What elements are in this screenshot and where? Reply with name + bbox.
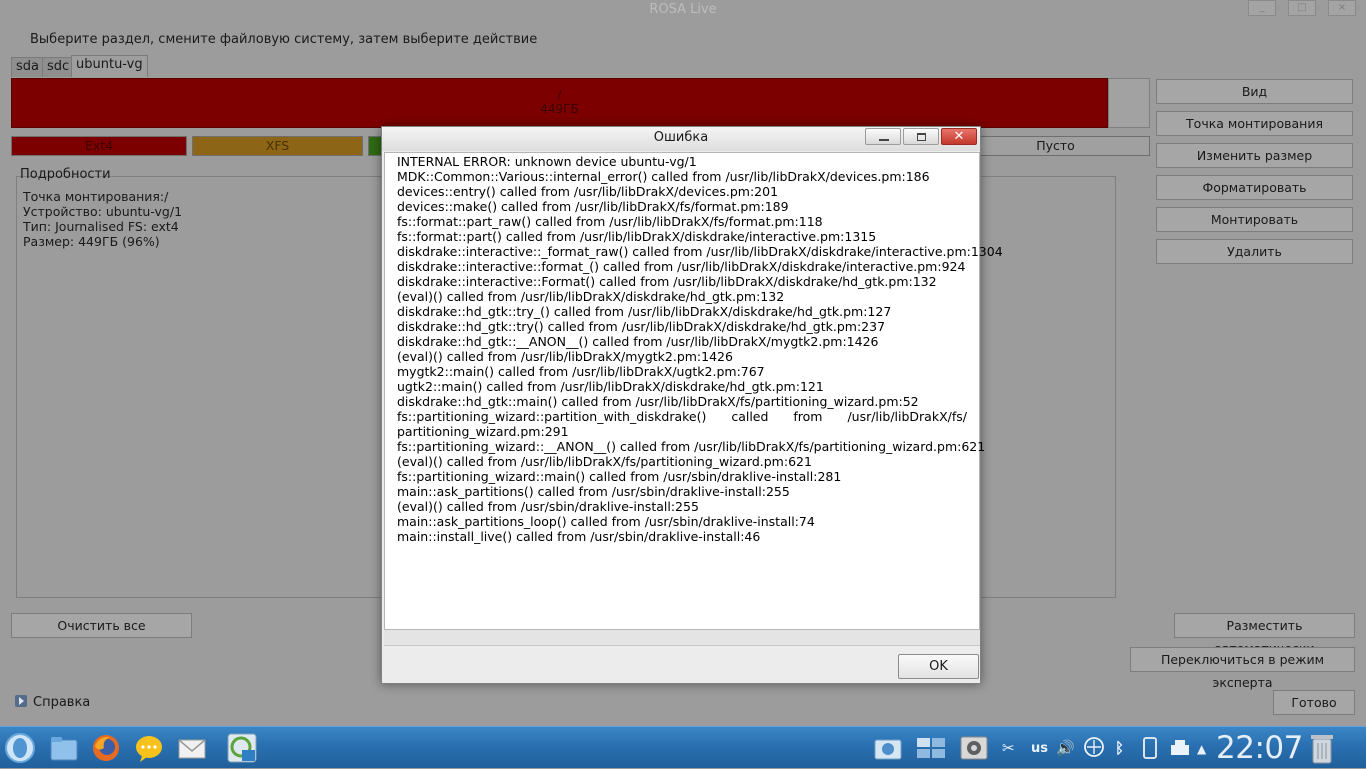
error-line: diskdrake::hd_gtk::main() called from /u…: [397, 394, 919, 409]
error-line: diskdrake::interactive::format_() called…: [397, 259, 966, 274]
instruction-text: Выберите раздел, смените файловую систем…: [30, 32, 538, 47]
firefox-icon[interactable]: [90, 732, 122, 764]
error-line: main::ask_partitions_loop() called from …: [397, 514, 815, 529]
battery-up-arrow-icon[interactable]: ▲: [1197, 742, 1206, 756]
legend-swap: [368, 136, 382, 156]
help-expander[interactable]: Справка: [15, 695, 90, 710]
error-line: main::install_live() called from /usr/sb…: [397, 529, 761, 544]
wrap-part: from: [793, 409, 823, 424]
wrap-part: fs::partitioning_wizard::partition_with_…: [397, 409, 707, 424]
volume-icon[interactable]: 🔊: [1056, 739, 1075, 757]
start-menu-icon[interactable]: [4, 732, 36, 764]
trash-icon[interactable]: [1308, 731, 1336, 765]
view-button[interactable]: Вид: [1156, 79, 1353, 104]
error-line: fs::format::part_raw() called from /usr/…: [397, 214, 823, 229]
error-text-area[interactable]: INTERNAL ERROR: unknown device ubuntu-vg…: [384, 152, 1003, 630]
format-button[interactable]: Форматировать: [1156, 175, 1353, 200]
error-line: diskdrake::interactive::Format() called …: [397, 274, 937, 289]
network-icon[interactable]: [1083, 736, 1105, 758]
tab-sda[interactable]: sda: [11, 57, 44, 77]
ok-button[interactable]: OK: [898, 654, 979, 679]
printer-icon[interactable]: [1168, 736, 1192, 760]
done-button[interactable]: Готово: [1273, 690, 1355, 715]
error-line: partitioning_wizard.pm:291: [397, 424, 569, 439]
wrap-part: called: [731, 409, 769, 424]
dialog-minimize-button[interactable]: [865, 128, 901, 145]
clear-all-button[interactable]: Очистить все: [11, 613, 192, 638]
file-manager-icon[interactable]: [48, 732, 80, 764]
mount-point-button[interactable]: Точка монтирования: [1156, 111, 1353, 136]
mail-icon[interactable]: [176, 732, 208, 764]
free-space-segment[interactable]: [1108, 78, 1150, 128]
dialog-close-button[interactable]: ✕: [941, 128, 977, 145]
details-label: Подробности: [20, 167, 111, 182]
maximize-button[interactable]: □: [1288, 0, 1316, 16]
help-label: Справка: [33, 695, 91, 710]
keyboard-layout[interactable]: us: [1031, 741, 1048, 756]
error-line: diskdrake::interactive::_format_raw() ca…: [397, 244, 1003, 259]
legend-ext4: Ext4: [11, 136, 187, 156]
detail-size: Размер: 449ГБ (96%): [23, 234, 160, 249]
error-line: fs::format::part() called from /usr/lib/…: [397, 229, 877, 244]
error-line: devices::make() called from /usr/lib/lib…: [397, 199, 789, 214]
error-line: (eval)() called from /usr/lib/libDrakX/d…: [397, 289, 785, 304]
detail-device: Устройство: ubuntu-vg/1: [23, 204, 183, 219]
auto-allocate-button[interactable]: Разместить автоматически: [1174, 613, 1355, 656]
scissors-icon[interactable]: ✂: [1002, 739, 1015, 757]
close-icon: ✕: [953, 129, 965, 144]
detail-type: Тип: Journalised FS: ext4: [23, 219, 179, 234]
delete-button[interactable]: Удалить: [1156, 239, 1353, 264]
mount-button[interactable]: Монтировать: [1156, 207, 1353, 232]
error-line: INTERNAL ERROR: unknown device ubuntu-vg…: [397, 154, 697, 169]
error-dialog: Ошибка ✕ INTERNAL ERROR: unknown device …: [381, 126, 1003, 684]
minimize-icon: [879, 139, 889, 141]
legend-empty: Пусто: [961, 136, 1150, 156]
error-line: diskdrake::hd_gtk::__ANON__() called fro…: [397, 334, 879, 349]
maximize-icon: [917, 133, 926, 141]
error-line: MDK::Common::Various::internal_error() c…: [397, 169, 930, 184]
error-line: devices::entry() called from /usr/lib/li…: [397, 184, 779, 199]
error-line: (eval)() called from /usr/lib/libDrakX/m…: [397, 349, 733, 364]
tab-ubuntu-vg[interactable]: ubuntu-vg: [71, 55, 148, 77]
error-line: diskdrake::hd_gtk::try_() called from /u…: [397, 304, 892, 319]
error-line: fs::partitioning_wizard::main() called f…: [397, 469, 842, 484]
close-button[interactable]: ×: [1328, 0, 1356, 16]
error-line: (eval)() called from /usr/sbin/draklive-…: [397, 499, 699, 514]
dialog-maximize-button[interactable]: [903, 128, 939, 145]
partition-size: 449ГБ: [540, 102, 579, 116]
bluetooth-icon[interactable]: ᛒ: [1115, 739, 1124, 757]
error-line: mygtk2::main() called from /usr/lib/libD…: [397, 364, 765, 379]
system-monitor-icon[interactable]: [958, 732, 990, 764]
workspace-switcher-icon[interactable]: [915, 732, 947, 764]
clock[interactable]: 22:07: [1216, 727, 1303, 769]
resize-button[interactable]: Изменить размер: [1156, 143, 1353, 168]
error-line: ugtk2::main() called from /usr/lib/libDr…: [397, 379, 824, 394]
partition-mount: /: [557, 88, 562, 102]
window-title: ROSA Live: [649, 2, 717, 17]
error-line-wrapped: fs::partitioning_wizard::partition_with_…: [397, 409, 967, 424]
detail-mount-point: Точка монтирования:/: [23, 189, 169, 204]
expert-mode-button[interactable]: Переключиться в режим эксперта: [1130, 647, 1355, 690]
tab-sdc[interactable]: sdc: [42, 57, 75, 77]
legend-xfs: XFS: [192, 136, 363, 156]
os-installer-icon[interactable]: [226, 732, 258, 764]
minimize-button[interactable]: _: [1248, 0, 1276, 16]
messenger-icon[interactable]: [133, 732, 165, 764]
wrap-part: /usr/lib/libDrakX/fs/: [847, 409, 967, 424]
dialog-separator: [384, 630, 980, 646]
expander-arrow-icon: [15, 695, 27, 707]
partition-bar[interactable]: / 449ГБ: [11, 78, 1108, 128]
removable-device-icon[interactable]: [1140, 736, 1160, 760]
error-line: diskdrake::hd_gtk::try() called from /us…: [397, 319, 886, 334]
error-line: fs::partitioning_wizard::__ANON__() call…: [397, 439, 986, 454]
error-line: (eval)() called from /usr/lib/libDrakX/f…: [397, 454, 812, 469]
screenshot-icon[interactable]: [872, 732, 904, 764]
error-line: main::ask_partitions() called from /usr/…: [397, 484, 790, 499]
taskbar: ✂ us 🔊 ᛒ ▲ 22:07: [0, 726, 1366, 768]
